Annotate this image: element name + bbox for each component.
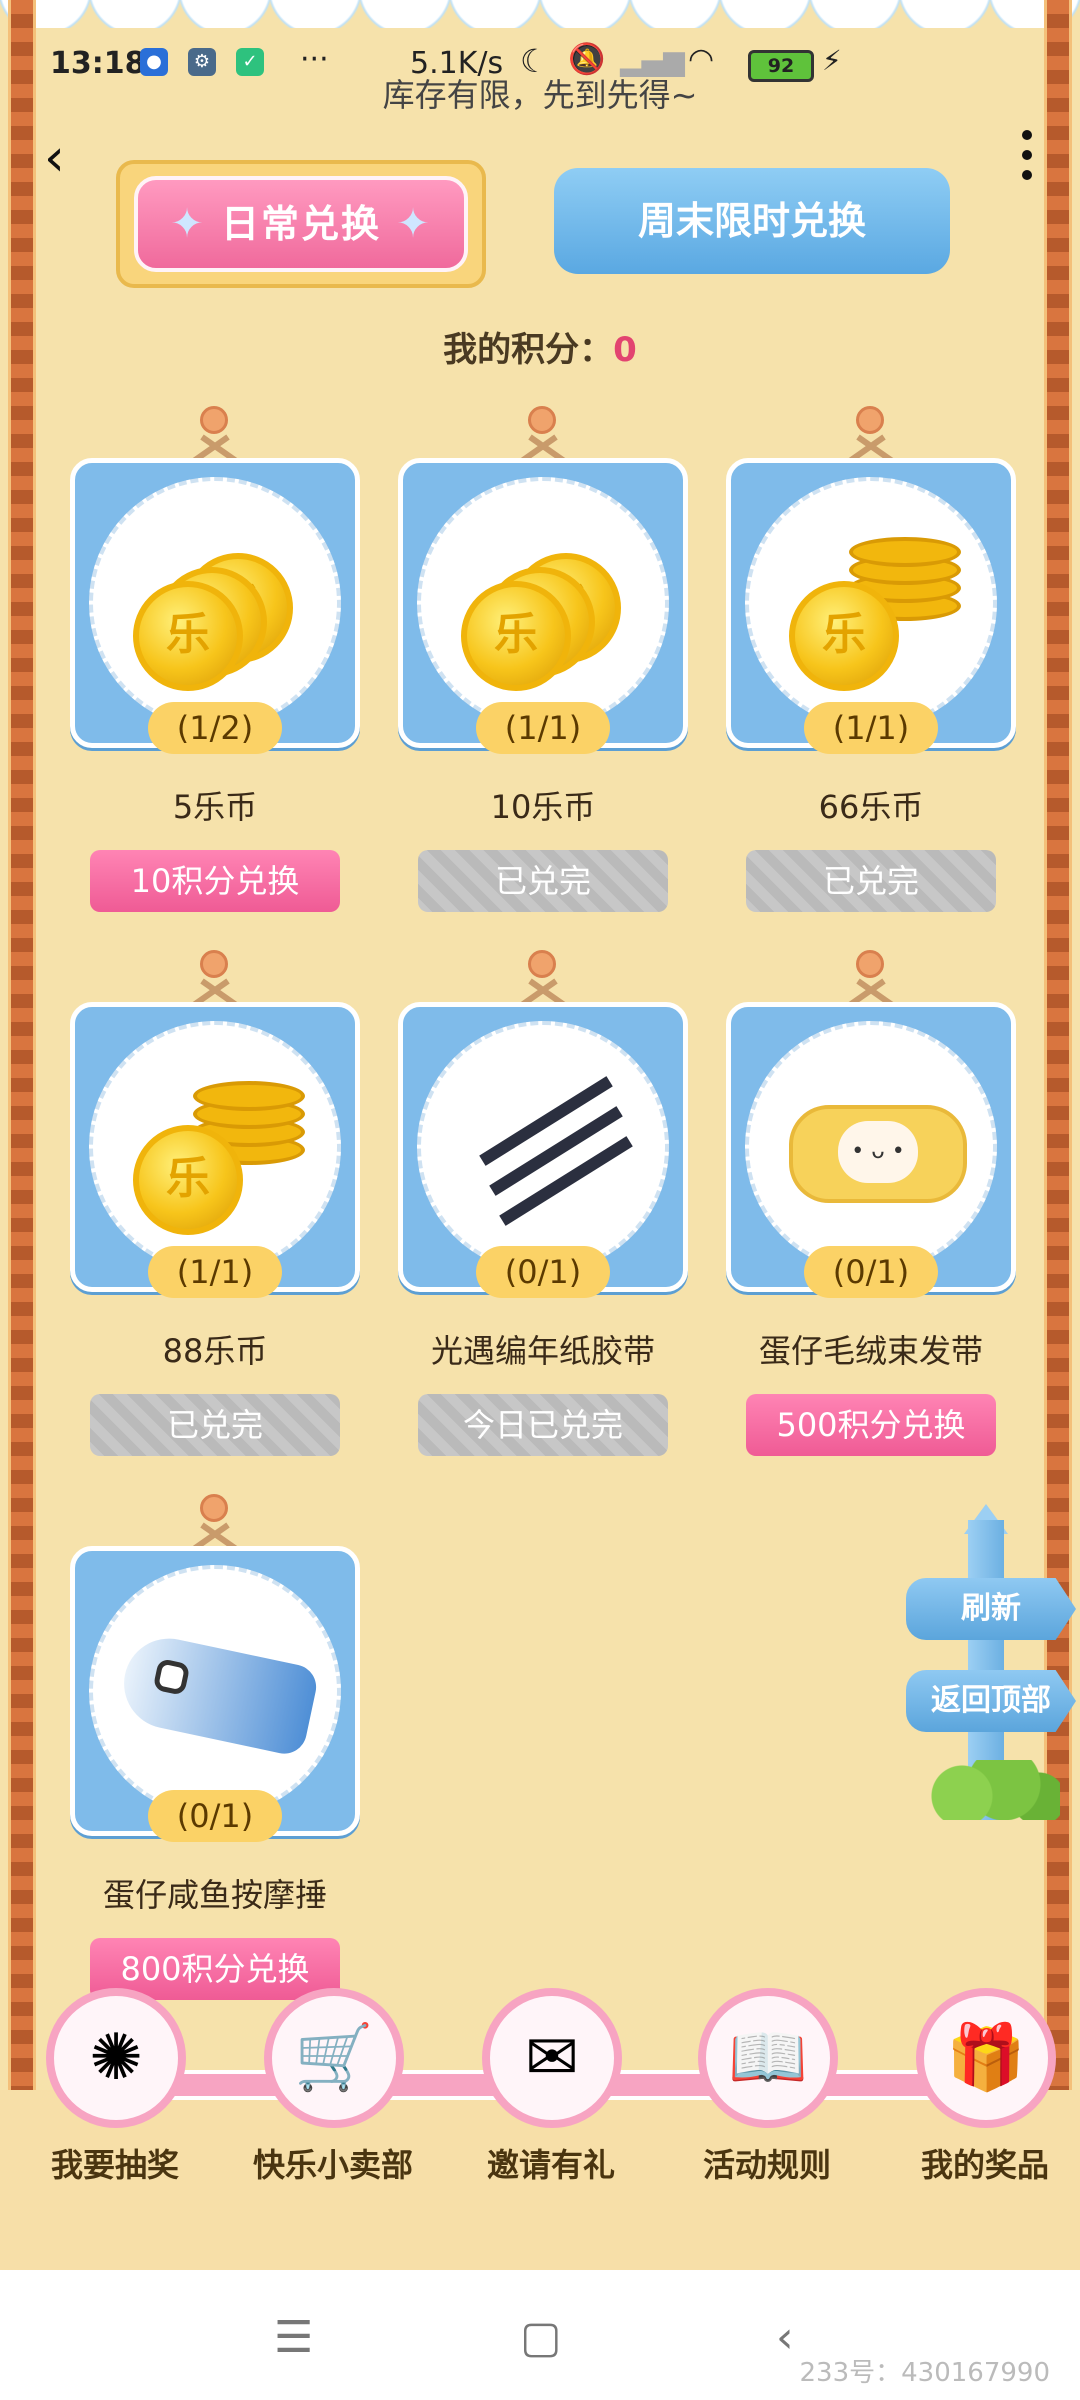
stock-banner: 库存有限，先到先得~ [382, 76, 698, 114]
reward-quantity: (1/2) [148, 702, 282, 754]
reward-card: 乐 (1/1) 88乐币 已兑完 [70, 944, 360, 1484]
bottom-nav-item[interactable]: 📖 活动规则 [682, 1988, 852, 2184]
gift-icon: 🎁 [916, 1988, 1056, 2128]
reward-quantity: (1/1) [476, 702, 610, 754]
reward-quantity: (1/1) [804, 702, 938, 754]
reward-name: 蛋仔咸鱼按摩捶 [102, 1876, 327, 1914]
reward-card: 乐 乐 乐 (1/2) 5乐币 10积分兑换 [70, 400, 360, 940]
bottom-nav-item[interactable]: 🛒 快乐小卖部 [248, 1988, 418, 2184]
reward-quantity: (0/1) [148, 1790, 282, 1842]
tab-daily-label: 日常兑换 [220, 202, 381, 246]
reward-name: 光遇编年纸胶带 [430, 1332, 655, 1370]
fish-plush-icon [115, 1630, 321, 1758]
wheel-icon: ✺ [46, 1988, 186, 2128]
back-icon[interactable]: ‹ [44, 128, 65, 188]
bottom-nav-label: 快乐小卖部 [252, 2146, 413, 2184]
reward-quantity: (0/1) [804, 1246, 938, 1298]
reward-card: 乐 (1/1) 66乐币 已兑完 [726, 400, 1016, 940]
coin-icon: 乐 [461, 581, 571, 691]
bottom-nav-item[interactable]: ✺ 我要抽奖 [30, 1988, 200, 2184]
reward-card: (0/1) 光遇编年纸胶带 今日已兑完 [398, 944, 688, 1484]
reward-name: 88乐币 [162, 1332, 268, 1370]
bush-decoration [920, 1760, 1060, 1820]
hanger-icon [806, 950, 936, 1031]
hanger-icon [150, 1494, 280, 1575]
book-icon: 📖 [698, 1988, 838, 2128]
reward-name: 66乐币 [818, 788, 924, 826]
reward-card: (0/1) 蛋仔咸鱼按摩捶 800积分兑换 [70, 1488, 360, 2028]
tape-roll-icon [471, 1076, 633, 1226]
reward-name: 蛋仔毛绒束发带 [758, 1332, 983, 1370]
left-frame-rail [8, 0, 36, 2090]
hanger-icon [150, 950, 280, 1031]
hanger-icon [150, 406, 280, 487]
headband-icon: • ᴗ • [789, 1105, 967, 1203]
tab-daily-exchange[interactable]: ✦ 日常兑换 ✦ [116, 160, 486, 288]
watermark: 233号：430167990 [799, 2358, 1050, 2388]
tab-weekend-exchange[interactable]: 周末限时兑换 [554, 168, 950, 274]
envelope-icon: ✉ [482, 1988, 622, 2128]
cart-icon: 🛒 [264, 1988, 404, 2128]
coin-icon: 乐 [789, 581, 899, 691]
coin-icon: 乐 [133, 1125, 243, 1235]
reward-quantity: (0/1) [476, 1246, 610, 1298]
hanger-icon [478, 950, 608, 1031]
exchange-button[interactable]: 已兑完 [746, 850, 996, 912]
bottom-nav-label: 我的奖品 [920, 2146, 1049, 2184]
reward-name: 5乐币 [172, 788, 258, 826]
reward-card: 乐 乐 乐 (1/1) 10乐币 已兑完 [398, 400, 688, 940]
bottom-nav-item[interactable]: ✉ 邀请有礼 [466, 1988, 636, 2184]
hanger-icon [478, 406, 608, 487]
back-nav-icon[interactable]: ‹ [776, 2312, 794, 2363]
exchange-button[interactable]: 已兑完 [418, 850, 668, 912]
more-vertical-icon[interactable] [1022, 130, 1036, 190]
top-scallop-decoration [0, 0, 1080, 28]
reward-card: • ᴗ • (0/1) 蛋仔毛绒束发带 500积分兑换 [726, 944, 1016, 1484]
exchange-button[interactable]: 10积分兑换 [90, 850, 340, 912]
exchange-button[interactable]: 已兑完 [90, 1394, 340, 1456]
bottom-nav-label: 邀请有礼 [486, 2146, 615, 2184]
sparkle-icon: ✦ [170, 201, 206, 247]
back-to-top-button[interactable]: 返回顶部 [906, 1670, 1076, 1732]
points-label: 我的积分： [443, 330, 614, 370]
reward-name: 10乐币 [490, 788, 596, 826]
points-value: 0 [613, 330, 637, 370]
my-points: 我的积分：0 [0, 322, 1080, 371]
bottom-nav-label: 活动规则 [702, 2146, 831, 2184]
exchange-button[interactable]: 500积分兑换 [746, 1394, 996, 1456]
refresh-button[interactable]: 刷新 [906, 1578, 1076, 1640]
exchange-button[interactable]: 今日已兑完 [418, 1394, 668, 1456]
hanger-icon [806, 406, 936, 487]
bottom-nav-item[interactable]: 🎁 我的奖品 [900, 1988, 1070, 2184]
menu-icon[interactable]: ☰ [274, 2312, 313, 2363]
bottom-nav-label: 我要抽奖 [50, 2146, 179, 2184]
reward-quantity: (1/1) [148, 1246, 282, 1298]
coin-icon: 乐 [133, 581, 243, 691]
sparkle-icon: ✦ [396, 201, 432, 247]
home-icon[interactable]: ▢ [520, 2312, 562, 2363]
